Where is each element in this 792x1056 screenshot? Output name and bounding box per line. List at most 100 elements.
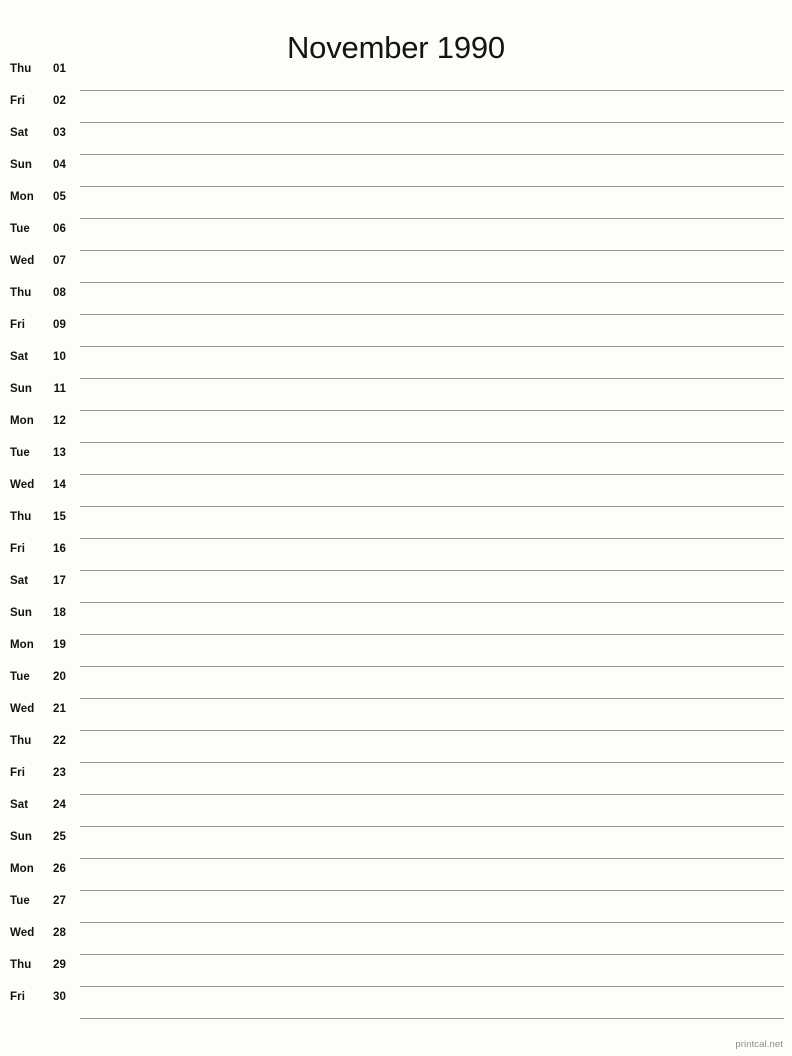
- day-notes-line[interactable]: [80, 956, 784, 987]
- day-notes-line[interactable]: [80, 860, 784, 891]
- day-number-label: 02: [53, 95, 66, 107]
- day-notes-line[interactable]: [80, 252, 784, 283]
- day-weekday-label: Mon: [10, 415, 34, 427]
- day-notes-line[interactable]: [80, 60, 784, 91]
- day-row: Mon 05: [0, 188, 792, 220]
- day-number-label: 26: [53, 863, 66, 875]
- day-row: Thu 15: [0, 508, 792, 540]
- day-number-label: 03: [53, 127, 66, 139]
- day-notes-line[interactable]: [80, 540, 784, 571]
- day-row: Sat 24: [0, 796, 792, 828]
- day-notes-line[interactable]: [80, 796, 784, 827]
- day-row: Sun 11: [0, 380, 792, 412]
- day-number-label: 14: [53, 479, 66, 491]
- day-notes-line[interactable]: [80, 700, 784, 731]
- day-number-label: 12: [53, 415, 66, 427]
- day-number-label: 06: [53, 223, 66, 235]
- day-row: Thu 08: [0, 284, 792, 316]
- day-weekday-label: Tue: [10, 447, 30, 459]
- day-row: Sun 18: [0, 604, 792, 636]
- day-row-list: Thu 01 Fri 02 Sat 03 Sun 04 Mon 05 Tue 06 Wed 07 Thu 08…: [0, 60, 792, 1020]
- day-weekday-label: Sun: [10, 607, 33, 619]
- day-notes-line[interactable]: [80, 156, 784, 187]
- day-row: Thu 29: [0, 956, 792, 988]
- day-notes-line[interactable]: [80, 988, 784, 1019]
- day-row: Tue 20: [0, 668, 792, 700]
- day-number-label: 09: [53, 319, 66, 331]
- day-notes-line[interactable]: [80, 924, 784, 955]
- day-row: Thu 01: [0, 60, 792, 92]
- day-notes-line[interactable]: [80, 892, 784, 923]
- day-number-label: 28: [53, 927, 66, 939]
- day-number-label: 18: [53, 607, 66, 619]
- day-notes-line[interactable]: [80, 508, 784, 539]
- day-number-label: 21: [53, 703, 66, 715]
- day-row: Fri 30: [0, 988, 792, 1020]
- day-number-label: 19: [53, 639, 66, 651]
- day-weekday-label: Wed: [10, 927, 35, 939]
- day-row: Wed 28: [0, 924, 792, 956]
- day-weekday-label: Fri: [10, 543, 25, 555]
- day-notes-line[interactable]: [80, 604, 784, 635]
- day-weekday-label: Thu: [10, 63, 32, 75]
- day-notes-line[interactable]: [80, 572, 784, 603]
- day-notes-line[interactable]: [80, 412, 784, 443]
- day-notes-line[interactable]: [80, 476, 784, 507]
- day-weekday-label: Fri: [10, 95, 25, 107]
- day-number-label: 07: [53, 255, 66, 267]
- day-weekday-label: Thu: [10, 287, 32, 299]
- day-notes-line[interactable]: [80, 444, 784, 475]
- day-number-label: 27: [53, 895, 66, 907]
- day-notes-line[interactable]: [80, 636, 784, 667]
- day-weekday-label: Wed: [10, 703, 35, 715]
- day-notes-line[interactable]: [80, 380, 784, 411]
- day-notes-line[interactable]: [80, 92, 784, 123]
- day-number-label: 15: [53, 511, 66, 523]
- day-notes-line[interactable]: [80, 348, 784, 379]
- day-row: Sat 10: [0, 348, 792, 380]
- day-weekday-label: Wed: [10, 479, 35, 491]
- day-row: Tue 27: [0, 892, 792, 924]
- day-row: Wed 14: [0, 476, 792, 508]
- day-number-label: 22: [53, 735, 66, 747]
- footer-attribution: printcal.net: [735, 1039, 783, 1050]
- day-weekday-label: Mon: [10, 191, 34, 203]
- day-weekday-label: Thu: [10, 959, 32, 971]
- day-row: Wed 07: [0, 252, 792, 284]
- day-row: Fri 23: [0, 764, 792, 796]
- day-row: Sat 03: [0, 124, 792, 156]
- day-notes-line[interactable]: [80, 220, 784, 251]
- day-weekday-label: Tue: [10, 895, 30, 907]
- day-number-label: 08: [53, 287, 66, 299]
- day-notes-line[interactable]: [80, 668, 784, 699]
- day-weekday-label: Sat: [10, 575, 29, 587]
- day-number-label: 05: [53, 191, 66, 203]
- day-row: Tue 13: [0, 444, 792, 476]
- day-weekday-label: Thu: [10, 511, 32, 523]
- day-notes-line[interactable]: [80, 828, 784, 859]
- day-row: Mon 12: [0, 412, 792, 444]
- day-weekday-label: Fri: [10, 767, 25, 779]
- day-weekday-label: Sun: [10, 383, 33, 395]
- day-weekday-label: Mon: [10, 639, 34, 651]
- day-notes-line[interactable]: [80, 732, 784, 763]
- day-number-label: 30: [53, 991, 66, 1003]
- day-notes-line[interactable]: [80, 764, 784, 795]
- day-row: Sat 17: [0, 572, 792, 604]
- day-notes-line[interactable]: [80, 316, 784, 347]
- day-row: Mon 19: [0, 636, 792, 668]
- day-row: Fri 02: [0, 92, 792, 124]
- day-weekday-label: Sun: [10, 831, 33, 843]
- day-number-label: 25: [53, 831, 66, 843]
- day-notes-line[interactable]: [80, 284, 784, 315]
- day-row: Sun 25: [0, 828, 792, 860]
- day-number-label: 17: [53, 575, 66, 587]
- day-weekday-label: Sun: [10, 159, 33, 171]
- day-row: Tue 06: [0, 220, 792, 252]
- day-row: Sun 04: [0, 156, 792, 188]
- day-number-label: 20: [53, 671, 66, 683]
- day-notes-line[interactable]: [80, 188, 784, 219]
- day-notes-line[interactable]: [80, 124, 784, 155]
- day-number-label: 01: [53, 63, 66, 75]
- day-weekday-label: Tue: [10, 671, 30, 683]
